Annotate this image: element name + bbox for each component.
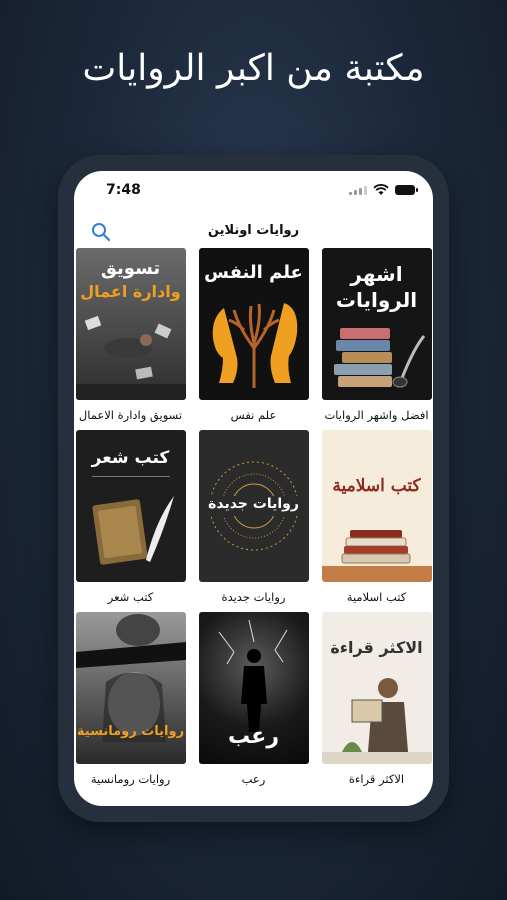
book-card[interactable]: رعب رعب [198,612,309,794]
portrait-icon [75,614,186,742]
book-quill-icon [91,496,174,565]
book-title: تسويق وادارة الاعمال [78,408,183,422]
book-cover: اشهر الروايات [321,248,432,400]
book-title: علم نفس [230,408,277,422]
book-card[interactable]: اشهر الروايات افضل واشهر الروايات [321,248,432,430]
book-card[interactable]: تسويق وادارة اعمال تسويق وادارة الاعمال [75,248,186,430]
cover-text: رعب [228,724,279,749]
book-grid: اشهر الروايات افضل واشهر الروايات علم ال… [74,248,433,794]
battery-icon [395,185,418,195]
book-card[interactable]: كتب اسلامية كتب اسلامية [321,430,432,612]
book-title: كتب شعر [107,590,154,604]
book-cover: علم النفس [198,248,309,400]
tree-head-icon [212,303,297,388]
book-title: كتب اسلامية [346,590,407,604]
book-card[interactable]: روايات جديدة روايات جديدة [198,430,309,612]
status-time: 7:48 [106,182,141,198]
book-title: روايات جديدة [221,590,286,604]
book-card[interactable]: كتب شعر كتب شعر [75,430,186,612]
book-title: رعب [241,772,266,786]
books-stack-icon [333,328,425,388]
wifi-icon [373,184,389,195]
book-cover: تسويق وادارة اعمال [75,248,186,400]
cover-text: روايات رومانسية [76,724,185,739]
falling-papers-icon [75,315,186,400]
book-card[interactable]: الاكثر قراءة الاكثر قراءة [321,612,432,794]
book-cover: كتب شعر [75,430,186,582]
book-title: الاكثر قراءة [348,772,405,786]
book-title: افضل واشهر الروايات [324,408,429,422]
signal-icon [349,185,367,195]
nav-bar: روايات اونلاين [74,215,433,249]
promo-headline: مكتبة من اكبر الروايات [82,48,425,89]
book-cover: روايات جديدة [198,430,309,582]
nav-title: روايات اونلاين [207,223,300,238]
app-screen: 7:48 روايات اونلاين اشهر الروايات افضل و… [74,171,433,806]
book-card[interactable]: روايات رومانسية روايات رومانسية [75,612,186,794]
book-cover: كتب اسلامية [321,430,432,582]
status-bar: 7:48 [74,171,433,211]
phone-frame: 7:48 روايات اونلاين اشهر الروايات افضل و… [58,155,449,822]
book-title: روايات رومانسية [90,772,171,786]
book-cover: روايات رومانسية [75,612,186,764]
book-card[interactable]: علم النفس علم نفس [198,248,309,430]
reader-icon [321,678,432,764]
cover-text: روايات جديدة [208,496,299,512]
books-stack-icon [321,530,432,582]
book-cover: الاكثر قراءة [321,612,432,764]
book-cover: رعب [198,612,309,764]
status-icons [349,184,418,196]
